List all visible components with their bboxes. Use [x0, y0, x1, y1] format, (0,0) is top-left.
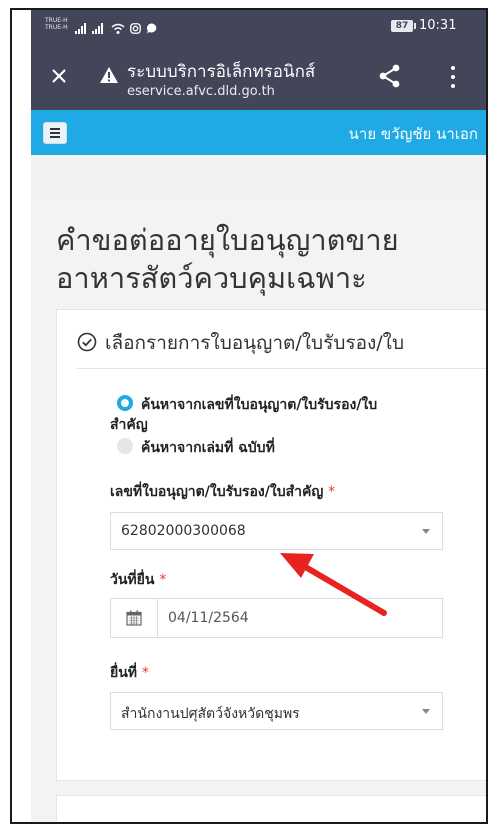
radio-search-by-book-label[interactable]: ค้นหาจากเล่มที่ ฉบับที่	[141, 437, 275, 459]
signal-icon	[75, 19, 87, 38]
close-icon[interactable]	[51, 60, 67, 91]
required-mark: *	[159, 572, 167, 588]
phone-screen: TRUE-H TRUE-H 87 10:31 ระบบบริการอิเล็กท…	[31, 10, 486, 822]
warning-icon[interactable]	[99, 66, 119, 88]
office-value: สำนักงานปศุสัตว์จังหวัดชุมพร	[121, 706, 300, 722]
browser-toolbar: ระบบบริการอิเล็กทรอนิกส์ eservice.afvc.d…	[31, 44, 486, 110]
instagram-icon	[130, 19, 141, 38]
calendar-icon[interactable]	[111, 599, 158, 637]
option1-line-1: ค้นหาจากเลขที่ใบอนุญาต/ใบรับรอง/ใบ	[141, 397, 378, 413]
option1-line-2: สำคัญ	[110, 417, 148, 433]
screenshot-frame: TRUE-H TRUE-H 87 10:31 ระบบบริการอิเล็กท…	[10, 8, 488, 824]
page-title-line-1: คำขอต่ออายุใบอนุญาตขาย	[56, 223, 399, 257]
required-mark: *	[328, 484, 336, 500]
radio-search-by-book[interactable]	[117, 438, 133, 454]
status-bar: TRUE-H TRUE-H 87 10:31	[31, 10, 486, 44]
card-heading: เลือกรายการใบอนุญาต/ใบรับรอง/ใบ	[105, 332, 405, 354]
radio-search-by-license[interactable]	[117, 395, 133, 411]
office-select[interactable]: สำนักงานปศุสัตว์จังหวัดชุมพร	[110, 692, 443, 730]
user-name[interactable]: นาย ขวัญชัย นาเอก	[349, 122, 478, 146]
page-site-title: ระบบบริการอิเล็กทรอนิกส์	[127, 62, 316, 82]
office-label: ยื่นที่ *	[110, 662, 149, 684]
chevron-down-icon	[422, 529, 430, 534]
license-number-label: เลขที่ใบอนุญาต/ใบรับรอง/ใบสำคัญ *	[110, 481, 335, 503]
license-number-value: 62802000300068	[121, 523, 246, 539]
license-number-label-text: เลขที่ใบอนุญาต/ใบรับรอง/ใบสำคัญ	[110, 484, 324, 500]
page-title: คำขอต่ออายุใบอนุญาตขาย อาหารสัตว์ควบคุมเ…	[56, 221, 476, 297]
site-navbar: นาย ขวัญชัย นาเอก	[31, 110, 486, 155]
radio-search-by-license-label[interactable]: ค้นหาจากเลขที่ใบอนุญาต/ใบรับรอง/ใบ	[141, 394, 377, 416]
chevron-down-icon	[422, 709, 430, 714]
license-number-select[interactable]: 62802000300068	[110, 512, 443, 550]
wifi-icon	[111, 19, 125, 38]
signal-icon-2	[92, 19, 106, 38]
submit-date-input[interactable]: 04/11/2564	[110, 598, 443, 638]
required-mark: *	[141, 665, 149, 681]
office-label-text: ยื่นที่	[110, 665, 138, 681]
share-icon[interactable]	[379, 64, 401, 92]
status-icons	[75, 19, 157, 38]
check-circle-icon	[77, 332, 97, 356]
battery-icon: 87	[391, 20, 416, 32]
more-vert-icon[interactable]	[451, 66, 457, 93]
page-url[interactable]: eservice.afvc.dld.go.th	[127, 84, 275, 99]
submit-date-label-text: วันที่ยื่น	[110, 572, 155, 588]
page-title-line-2: อาหารสัตว์ควบคุมเฉพาะ	[56, 261, 367, 295]
carrier-label: TRUE-H TRUE-H	[45, 17, 68, 31]
clock: 10:31	[419, 18, 457, 33]
menu-icon[interactable]	[43, 122, 67, 144]
carrier-line-2: TRUE-H	[45, 24, 68, 31]
chat-icon	[146, 19, 157, 38]
next-card	[56, 795, 486, 822]
submit-date-value: 04/11/2564	[168, 610, 249, 626]
card-header: เลือกรายการใบอนุญาต/ใบรับรอง/ใบ	[77, 324, 486, 369]
content-panel: คำขอต่ออายุใบอนุญาตขาย อาหารสัตว์ควบคุมเ…	[31, 193, 486, 822]
submit-date-label: วันที่ยื่น *	[110, 569, 166, 591]
selection-card: เลือกรายการใบอนุญาต/ใบรับรอง/ใบ ค้นหาจาก…	[56, 309, 486, 781]
carrier-line-1: TRUE-H	[45, 17, 68, 24]
